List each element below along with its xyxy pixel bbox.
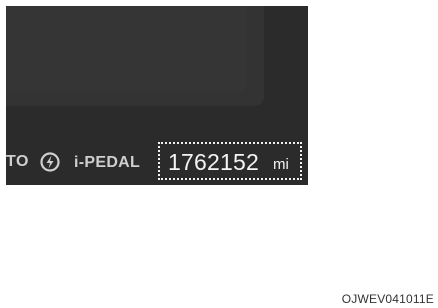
instrument-cluster-panel: TO i-PEDAL 1762152 mi bbox=[6, 6, 308, 185]
auto-hold-icon bbox=[40, 152, 60, 172]
odometer-highlight: 1762152 mi bbox=[158, 142, 302, 180]
status-row: TO i-PEDAL 1762152 mi bbox=[6, 139, 308, 185]
auto-mode-label: TO bbox=[6, 153, 29, 170]
cluster-screen-inner bbox=[6, 6, 246, 92]
figure: TO i-PEDAL 1762152 mi OJWEV041011E bbox=[0, 0, 438, 308]
ipedal-label: i-PEDAL bbox=[74, 154, 141, 171]
figure-code: OJWEV041011E bbox=[341, 292, 434, 306]
cluster-screen-area bbox=[6, 6, 264, 106]
odometer-value: 1762152 bbox=[168, 149, 259, 175]
odometer-unit: mi bbox=[273, 156, 289, 173]
